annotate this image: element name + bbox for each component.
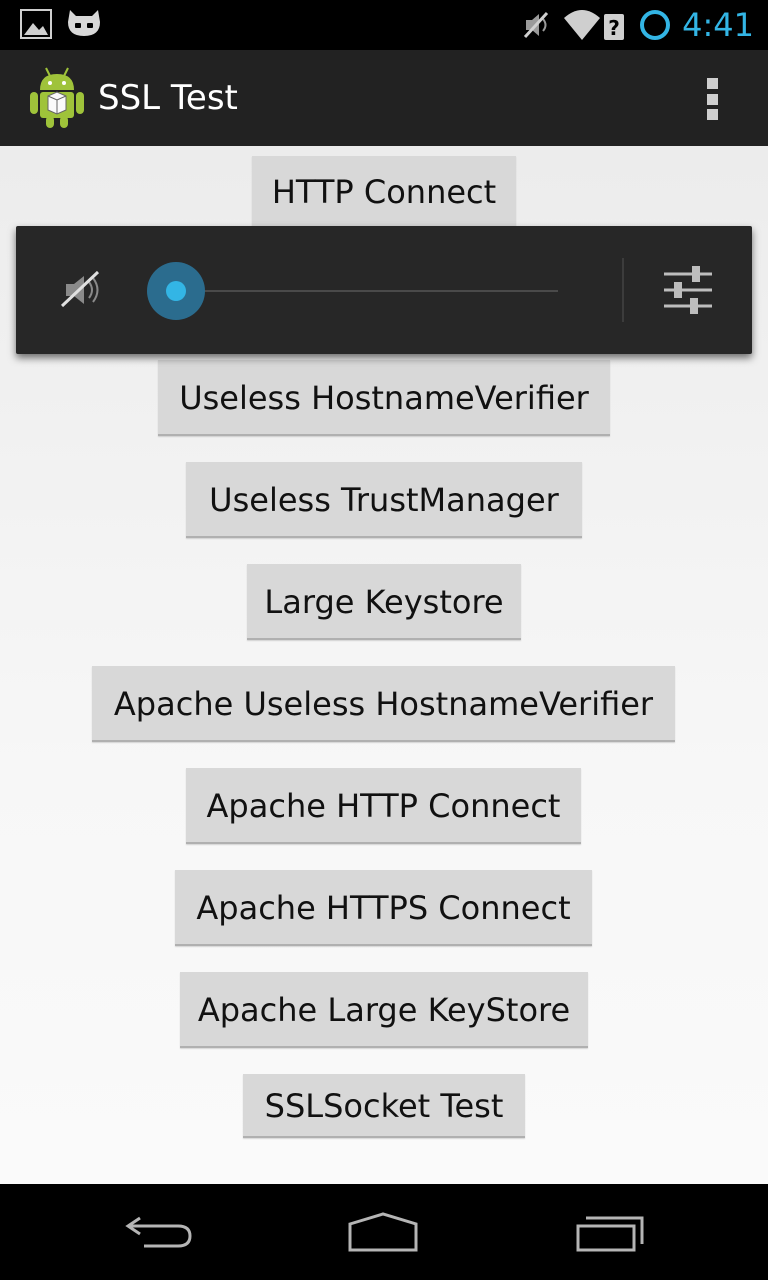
sslsocket-test-button[interactable]: SSLSocket Test: [243, 1074, 525, 1138]
volume-slider-track[interactable]: [192, 290, 558, 292]
back-icon[interactable]: [124, 1210, 194, 1254]
battery-ring-icon: [640, 10, 671, 40]
volume-slider-thumb[interactable]: [147, 262, 205, 320]
status-bar: ? 4:41: [0, 0, 768, 50]
volume-settings-icon[interactable]: [662, 264, 714, 316]
home-icon[interactable]: [348, 1210, 418, 1254]
apache-http-connect-button[interactable]: Apache HTTP Connect: [186, 768, 581, 844]
svg-text:?: ?: [608, 16, 620, 40]
action-bar: SSL Test: [0, 50, 768, 146]
overflow-menu-icon[interactable]: [704, 78, 720, 120]
app-title: SSL Test: [98, 78, 238, 118]
apache-https-connect-button[interactable]: Apache HTTPS Connect: [175, 870, 592, 946]
mute-icon: [524, 11, 549, 39]
useless-trustmanager-button[interactable]: Useless TrustManager: [186, 462, 582, 538]
muted-speaker-icon[interactable]: [60, 268, 104, 312]
useless-hostnameverifier-button[interactable]: Useless HostnameVerifier: [158, 360, 610, 436]
status-clock: 4:41: [682, 6, 754, 44]
wifi-unknown-icon: ?: [564, 10, 625, 40]
apache-useless-hostnameverifier-button[interactable]: Apache Useless HostnameVerifier: [92, 666, 675, 742]
cyanogen-notification-icon: [68, 10, 100, 36]
recents-icon[interactable]: [576, 1210, 646, 1254]
gallery-notification-icon: [20, 9, 52, 39]
navigation-bar: [0, 1184, 768, 1280]
volume-panel-divider: [622, 258, 624, 322]
android-robot-icon: [30, 67, 84, 128]
volume-panel: [16, 226, 752, 354]
large-keystore-button[interactable]: Large Keystore: [247, 564, 521, 640]
http-connect-button[interactable]: HTTP Connect: [252, 156, 516, 228]
apache-large-keystore-button[interactable]: Apache Large KeyStore: [180, 972, 588, 1048]
